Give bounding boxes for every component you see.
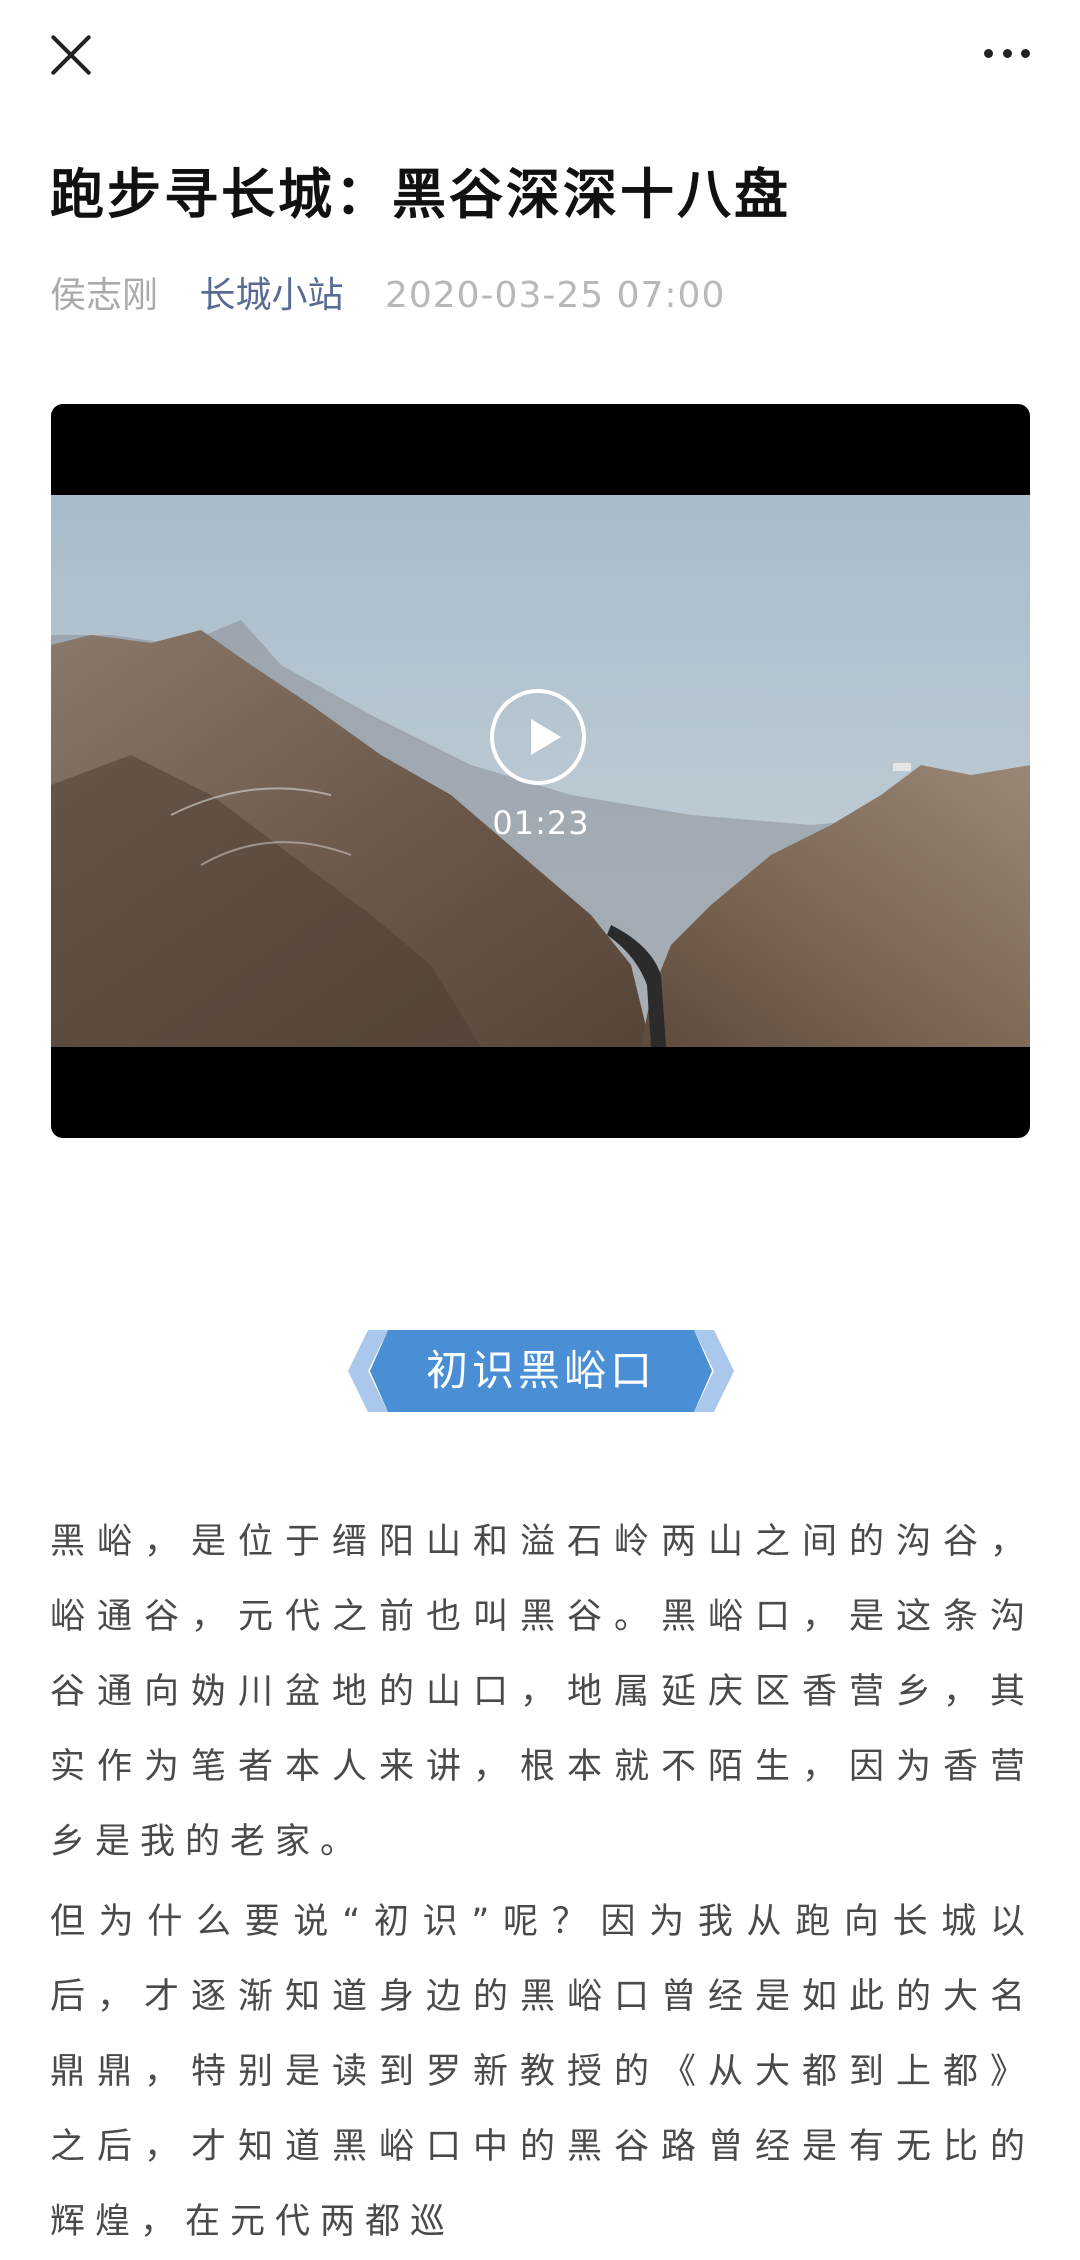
dot: [984, 48, 993, 58]
account-link[interactable]: 长城小站: [199, 275, 343, 316]
publish-date: 2020-03-25 07:00: [384, 275, 726, 316]
video-duration: 01:23: [492, 804, 590, 842]
close-icon[interactable]: [50, 34, 92, 76]
more-dots-icon[interactable]: [984, 46, 1030, 60]
paragraph: 黑峪，是位于缙阳山和溢石岭两山之间的沟谷，峪通谷，元代之前也叫黑谷。黑峪口，是这…: [50, 1522, 1035, 1862]
section-heading-text: 初识黑峪口: [425, 1346, 656, 1395]
dot: [1021, 48, 1030, 58]
play-icon[interactable]: [490, 689, 586, 785]
top-bar: [0, 0, 1080, 110]
article-meta: 侯志刚 长城小站 2020-03-25 07:00: [50, 272, 725, 320]
video-player[interactable]: 01:23: [51, 404, 1030, 1138]
article-title: 跑步寻长城：黑谷深深十八盘: [50, 163, 791, 226]
author-name: 侯志刚: [50, 275, 159, 316]
dot: [1002, 48, 1012, 58]
section-heading: 初识黑峪口: [348, 1330, 734, 1412]
paragraph: 但为什么要说“初识”呢？因为我从跑向长城以后，才逐渐知道身边的黑峪口曾经是如此的…: [50, 1902, 1035, 2242]
